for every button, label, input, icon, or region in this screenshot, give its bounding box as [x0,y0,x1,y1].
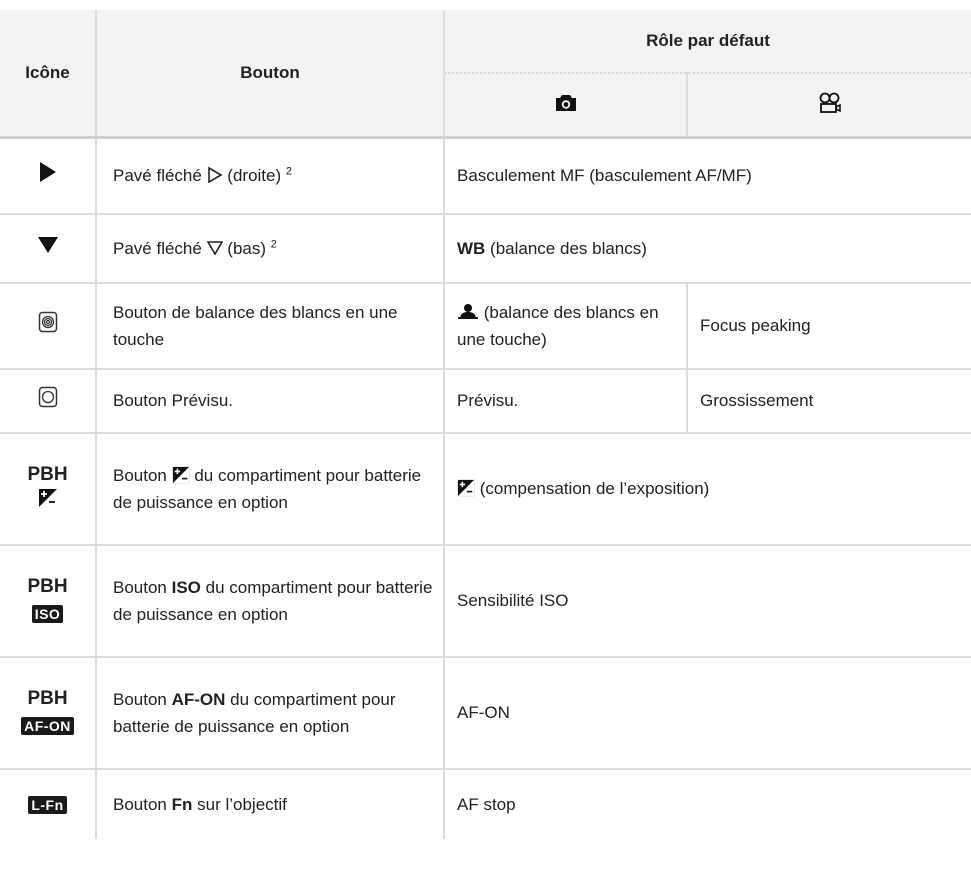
play-down-icon [37,236,58,253]
arrow-right-outline-icon [207,166,223,184]
exposure-compensation-icon [172,466,189,483]
movie-camera-icon [819,92,841,113]
icon-cell: PBH AF-ON [0,656,96,770]
table-row: L-Fn Bouton Fn sur l’objectif AF stop [0,768,971,839]
table-row: Pavé fléché (droite) 2 Basculement MF (b… [0,137,971,215]
role-cell: Basculement MF (basculement AF/MF) [443,137,971,215]
header-icon: Icône [0,10,97,139]
pbh-label: PBH [27,688,68,709]
exposure-compensation-icon [457,479,475,497]
header-button: Bouton [95,10,445,139]
role-cell: AF-ON [443,656,971,770]
preview-button-icon [38,386,57,407]
af-on-button-icon: AF-ON [21,717,74,735]
icon-cell [0,368,96,434]
role-photo-cell: (balance des blancs en une touche) [443,282,687,370]
one-touch-wb-button-icon [38,311,57,332]
l-fn-button-icon: L-Fn [28,795,67,814]
icon-cell [0,137,96,215]
table-row: Bouton de balance des blancs en une touc… [0,282,971,370]
role-cell: AF stop [443,768,971,839]
role-video-cell: Grossissement [686,368,971,434]
pbh-label: PBH [27,576,68,597]
button-cell: Bouton Prévisu. [95,368,444,434]
play-right-icon [39,161,56,182]
header-default-role: Rôle par défaut [443,10,971,74]
role-photo-cell: Prévisu. [443,368,687,434]
table-row: Bouton Prévisu. Prévisu. Grossissement [0,368,971,434]
icon-cell: L-Fn [0,769,96,839]
camera-icon [555,94,576,111]
table-row: PBH ISO Bouton ISO du compartiment pour … [0,544,971,658]
icon-cell [0,213,96,284]
button-cell: Pavé fléché (droite) 2 [95,137,444,215]
button-cell: Pavé fléché (bas) 2 [95,213,444,284]
pbh-label: PBH [27,463,68,485]
icon-cell [0,282,96,370]
header-video-mode [686,73,971,139]
iso-button-icon: ISO [31,605,64,623]
role-cell: (compensation de l’exposition) [443,432,971,546]
table-row: Pavé fléché (bas) 2 WB (balance des blan… [0,213,971,284]
arrow-down-outline-icon [206,240,223,256]
role-video-cell: Focus peaking [686,282,971,370]
table-row: PBH Bouton du compartiment pour batterie… [0,432,971,546]
button-function-table: Icône Bouton Rôle par défaut Pavé fléché… [0,10,971,839]
header-photo-mode [443,73,688,139]
button-cell: Bouton du compartiment pour batterie de … [95,432,444,546]
role-cell: WB (balance des blancs) [443,213,971,284]
exposure-compensation-icon [38,488,57,507]
icon-cell: PBH ISO [0,544,96,658]
icon-cell: PBH [0,432,96,546]
button-cell: Bouton Fn sur l’objectif [95,768,444,839]
table-row: PBH AF-ON Bouton AF-ON du compartiment p… [0,656,971,770]
one-touch-wb-icon [458,303,478,319]
button-cell: Bouton AF-ON du compartiment pour batter… [95,656,444,770]
button-cell: Bouton ISO du compartiment pour batterie… [95,544,444,658]
button-cell: Bouton de balance des blancs en une touc… [95,282,444,370]
role-cell: Sensibilité ISO [443,544,971,658]
